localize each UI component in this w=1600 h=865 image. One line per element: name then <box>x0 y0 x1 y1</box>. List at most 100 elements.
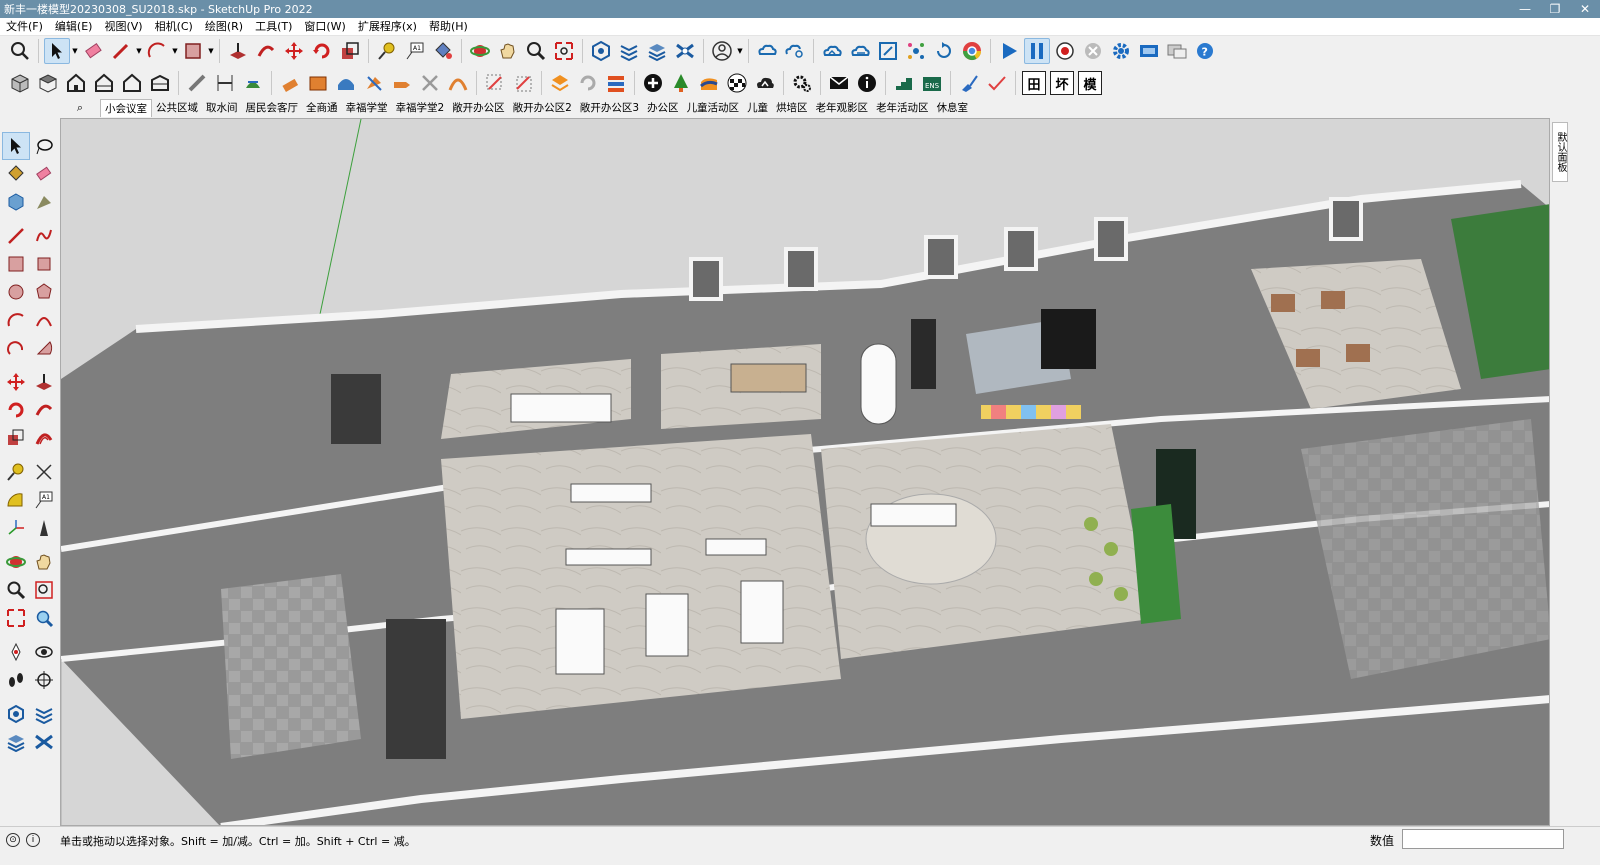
walk-icon[interactable] <box>2 666 30 694</box>
make-component-icon[interactable] <box>2 188 30 216</box>
scene-tab[interactable]: 公共区域 <box>152 99 202 117</box>
stack-icon[interactable] <box>603 70 629 96</box>
tian-button[interactable]: 田 <box>1022 71 1046 95</box>
line-icon[interactable] <box>2 222 30 250</box>
mail-icon[interactable] <box>826 70 852 96</box>
scene-search-icon[interactable]: ⌕ <box>60 101 100 115</box>
record-icon[interactable] <box>1052 38 1078 64</box>
pause-icon[interactable] <box>1024 38 1050 64</box>
3d-text-icon[interactable] <box>30 514 58 542</box>
top-view-icon[interactable] <box>35 70 61 96</box>
components-icon[interactable] <box>2 700 30 728</box>
dimension-icon[interactable] <box>30 458 58 486</box>
info-icon[interactable]: i <box>26 833 40 847</box>
gear-icon[interactable] <box>1108 38 1134 64</box>
checker-icon[interactable] <box>724 70 750 96</box>
rotated-rectangle-icon[interactable] <box>30 250 58 278</box>
dimension-icon[interactable] <box>212 70 238 96</box>
three-point-arc-icon[interactable] <box>2 334 30 362</box>
scene-tab[interactable]: 小会议室 <box>100 99 152 117</box>
layers-icon[interactable] <box>644 38 670 64</box>
scissors-icon[interactable] <box>417 70 443 96</box>
play-icon[interactable] <box>996 38 1022 64</box>
move-icon[interactable] <box>2 368 30 396</box>
tags-icon[interactable] <box>30 700 58 728</box>
orbit-icon[interactable] <box>467 38 493 64</box>
export-image-icon[interactable] <box>1164 38 1190 64</box>
tape-measure-icon[interactable] <box>2 458 30 486</box>
iso-view-icon[interactable] <box>7 70 33 96</box>
geo-location-icon[interactable]: ⊙ <box>6 833 20 847</box>
rotate-icon[interactable] <box>309 38 335 64</box>
scene-tab[interactable]: 烘培区 <box>772 99 812 117</box>
look-around-icon[interactable] <box>30 638 58 666</box>
resize-icon[interactable] <box>875 38 901 64</box>
ens-icon[interactable]: ENS <box>919 70 945 96</box>
menu-edit[interactable]: 编辑(E) <box>49 18 99 36</box>
minimize-button[interactable]: — <box>1510 0 1540 18</box>
menu-file[interactable]: 文件(F) <box>0 18 49 36</box>
protractor-icon[interactable] <box>2 486 30 514</box>
pie-icon[interactable] <box>30 334 58 362</box>
scene-tab[interactable]: 幸福学堂2 <box>392 99 449 117</box>
scale-box-2-icon[interactable] <box>510 70 536 96</box>
circle-icon[interactable] <box>2 278 30 306</box>
menu-camera[interactable]: 相机(C) <box>149 18 199 36</box>
eraser-icon[interactable] <box>80 38 106 64</box>
left-view-icon[interactable] <box>147 70 173 96</box>
arc-icon[interactable] <box>2 306 30 334</box>
orbit-icon[interactable] <box>2 548 30 576</box>
text-icon[interactable]: A1 <box>402 38 428 64</box>
arc-icon[interactable] <box>144 38 170 64</box>
cycle-icon[interactable] <box>575 70 601 96</box>
scene-tab[interactable]: 幸福学堂 <box>342 99 392 117</box>
account-dropdown-icon[interactable]: ▼ <box>736 38 744 64</box>
menu-window[interactable]: 窗口(W) <box>298 18 351 36</box>
network-icon[interactable] <box>903 38 929 64</box>
rotate-icon[interactable] <box>2 396 30 424</box>
stop-icon[interactable] <box>1080 38 1106 64</box>
move-icon[interactable] <box>281 38 307 64</box>
orange-layer-icon[interactable] <box>547 70 573 96</box>
scene-tab[interactable]: 全商通 <box>302 99 342 117</box>
select-arrow-icon[interactable] <box>2 132 30 160</box>
tag-tool-icon[interactable] <box>30 188 58 216</box>
paint-bucket-icon[interactable] <box>430 38 456 64</box>
scene-tab[interactable]: 居民会客厅 <box>242 99 303 117</box>
back-view-icon[interactable] <box>119 70 145 96</box>
select-dropdown-icon[interactable]: ▼ <box>71 38 79 64</box>
scene-tab[interactable]: 老年观影区 <box>812 99 873 117</box>
tags-icon[interactable] <box>616 38 642 64</box>
search-icon[interactable] <box>7 38 33 64</box>
push-pull-icon[interactable] <box>225 38 251 64</box>
pan-hand-icon[interactable] <box>30 548 58 576</box>
layers-icon[interactable] <box>2 728 30 756</box>
offset-icon[interactable] <box>30 424 58 452</box>
scene-tab[interactable]: 敞开办公区3 <box>576 99 643 117</box>
menu-view[interactable]: 视图(V) <box>98 18 148 36</box>
account-icon[interactable] <box>709 38 735 64</box>
rectangle-dropdown-icon[interactable]: ▼ <box>207 38 215 64</box>
previous-view-icon[interactable] <box>30 604 58 632</box>
info-icon[interactable] <box>854 70 880 96</box>
zoom-icon[interactable] <box>2 576 30 604</box>
cloud-up-icon[interactable] <box>752 70 778 96</box>
scene-tab[interactable]: 老年活动区 <box>872 99 933 117</box>
lasso-select-icon[interactable] <box>30 132 58 160</box>
front-view-icon[interactable] <box>63 70 89 96</box>
styles-icon[interactable] <box>30 728 58 756</box>
film-icon[interactable] <box>1136 38 1162 64</box>
settings-gear-icon[interactable] <box>789 70 815 96</box>
section-plane-icon[interactable] <box>184 70 210 96</box>
mo-button[interactable]: 模 <box>1078 71 1102 95</box>
section-icon[interactable] <box>30 666 58 694</box>
zoom-icon[interactable] <box>523 38 549 64</box>
close-button[interactable]: ✕ <box>1570 0 1600 18</box>
huai-button[interactable]: 坏 <box>1050 71 1074 95</box>
cloud-download-icon[interactable] <box>847 38 873 64</box>
push-pull-icon[interactable] <box>30 368 58 396</box>
scene-tab[interactable]: 敞开办公区2 <box>509 99 576 117</box>
paint-bucket-icon[interactable] <box>2 160 30 188</box>
two-point-arc-icon[interactable] <box>30 306 58 334</box>
rectangle-icon[interactable] <box>2 250 30 278</box>
